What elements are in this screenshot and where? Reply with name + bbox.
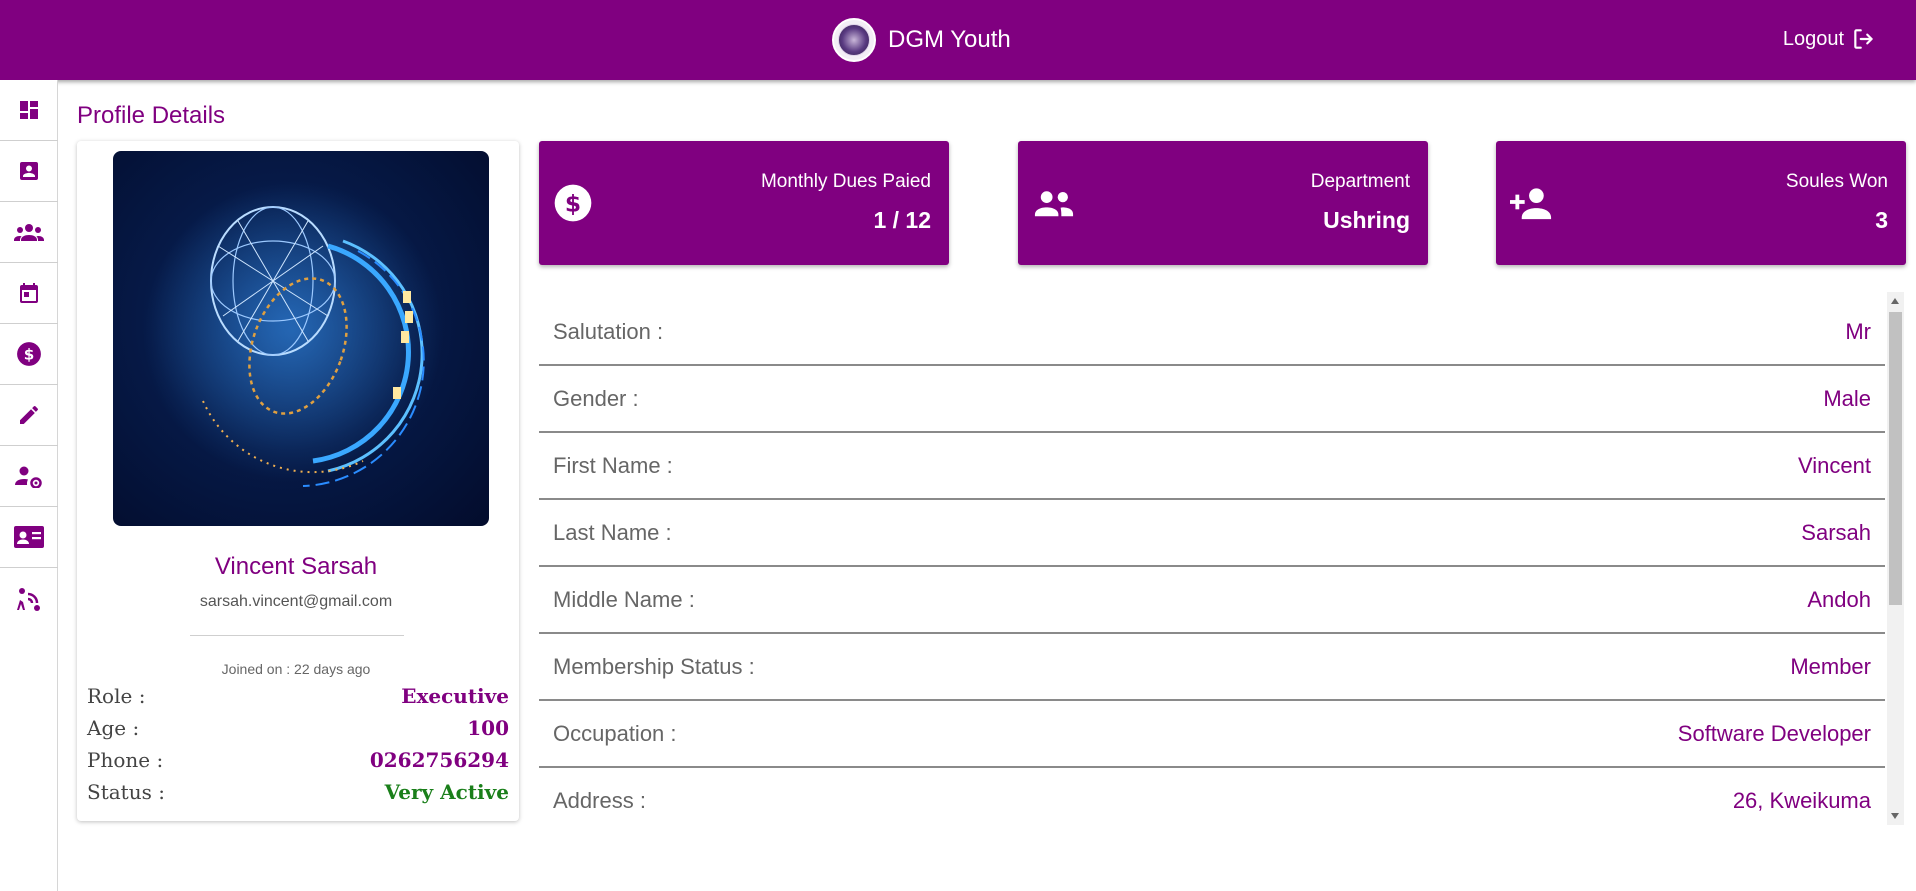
detail-key: Membership Status : [553, 653, 755, 679]
stat-value: 3 [1875, 207, 1888, 233]
info-key: Phone : [87, 748, 164, 772]
detail-value: Vincent [1798, 452, 1871, 478]
sidebar-item-profile[interactable] [0, 141, 58, 202]
id-card-icon [14, 526, 44, 548]
info-key: Role : [87, 684, 146, 708]
dollar-circle-icon: $ [554, 184, 592, 222]
info-value: Executive [401, 684, 509, 708]
top-app-bar: DGM Youth Logout [0, 0, 1916, 80]
contact-card-icon [20, 162, 38, 180]
sidebar-item-dashboard[interactable] [0, 80, 58, 141]
avatar [113, 151, 489, 526]
detail-row-occupation: Occupation : Software Developer [539, 701, 1885, 768]
svg-text:$: $ [24, 345, 35, 363]
info-row-role: Role : Executive [87, 684, 509, 708]
profile-details-list[interactable]: Salutation : Mr Gender : Male First Name… [539, 299, 1885, 823]
scroll-down-arrow-icon[interactable] [1891, 813, 1899, 819]
brand[interactable]: DGM Youth [832, 18, 1011, 62]
logout-icon [1854, 29, 1873, 49]
scroll-up-arrow-icon[interactable] [1891, 298, 1899, 304]
people-icon [1034, 191, 1074, 217]
info-row-age: Age : 100 [87, 716, 509, 740]
detail-key: Occupation : [553, 720, 677, 746]
pencil-icon [20, 405, 39, 424]
stat-value: 1 / 12 [873, 207, 931, 233]
detail-key: Salutation : [553, 318, 664, 344]
status-value: Very Active [384, 780, 509, 804]
stat-card-souls-won: Soules Won 3 [1496, 141, 1906, 265]
calendar-icon [20, 283, 38, 303]
details-scrollbar[interactable] [1887, 292, 1904, 825]
app-title: DGM Youth [888, 26, 1011, 53]
joined-date: Joined on : 22 days ago [221, 661, 371, 677]
sidebar-item-id-card[interactable] [0, 507, 58, 568]
detail-value: Member [1790, 653, 1871, 679]
profile-card: Vincent Sarsah sarsah.vincent@gmail.com … [77, 141, 519, 821]
detail-value: Male [1823, 385, 1871, 411]
dollar-icon: $ [17, 342, 41, 366]
info-key: Age : [87, 716, 140, 740]
detail-row-last-name: Last Name : Sarsah [539, 500, 1885, 567]
detail-row-membership-status: Membership Status : Member [539, 634, 1885, 701]
logout-button[interactable]: Logout [1783, 26, 1878, 52]
sidebar-item-events[interactable] [0, 263, 58, 324]
detail-value: Software Developer [1677, 720, 1871, 746]
sidebar-item-edit[interactable] [0, 385, 58, 446]
detail-key: Address : [553, 787, 646, 813]
detail-value: Mr [1845, 318, 1871, 344]
church-seal-logo [832, 18, 876, 62]
detail-value: Andoh [1807, 586, 1871, 612]
sidebar-nav: $ [0, 80, 58, 891]
detail-value: 26, Kweikuma [1732, 787, 1871, 813]
profile-email: sarsah.vincent@gmail.com [199, 593, 393, 610]
page-title: Profile Details [77, 102, 226, 129]
detail-row-address: Address : 26, Kweikuma [539, 768, 1885, 823]
divider [190, 635, 404, 636]
sidebar-item-dues[interactable]: $ [0, 324, 58, 385]
detail-row-gender: Gender : Male [539, 366, 1885, 433]
info-value: 100 [467, 716, 509, 740]
sidebar-item-members[interactable] [0, 202, 58, 263]
detail-row-first-name: First Name : Vincent [539, 433, 1885, 500]
info-key: Status : [87, 780, 165, 804]
stat-value: Ushring [1323, 207, 1410, 233]
user-gear-icon [15, 466, 42, 488]
info-row-status: Status : Very Active [87, 780, 509, 804]
sidebar-item-broadcast[interactable] [0, 568, 58, 629]
profile-name: Vincent Sarsah [214, 553, 378, 580]
detail-key: Gender : [553, 385, 639, 411]
info-value: 0262756294 [369, 748, 509, 772]
logout-label: Logout [1782, 27, 1844, 50]
sidebar-item-user-settings[interactable] [0, 446, 58, 507]
dashboard-icon [20, 101, 38, 119]
detail-row-middle-name: Middle Name : Andoh [539, 567, 1885, 634]
person-wifi-icon [17, 587, 40, 611]
detail-key: Middle Name : [553, 586, 695, 612]
detail-value: Sarsah [1801, 519, 1871, 545]
info-row-phone: Phone : 0262756294 [87, 748, 509, 772]
stat-label: Monthly Dues Paied [760, 171, 931, 192]
groups-icon [14, 224, 44, 241]
stat-label: Department [1310, 171, 1410, 192]
detail-key: Last Name : [553, 519, 672, 545]
svg-text:$: $ [565, 189, 581, 217]
detail-key: First Name : [553, 452, 673, 478]
person-add-icon [1510, 188, 1552, 220]
stat-card-dues: $ Monthly Dues Paied 1 / 12 [539, 141, 949, 265]
scroll-thumb[interactable] [1889, 312, 1902, 605]
detail-row-salutation: Salutation : Mr [539, 299, 1885, 366]
stat-card-department: Department Ushring [1018, 141, 1428, 265]
stat-label: Soules Won [1785, 171, 1888, 192]
